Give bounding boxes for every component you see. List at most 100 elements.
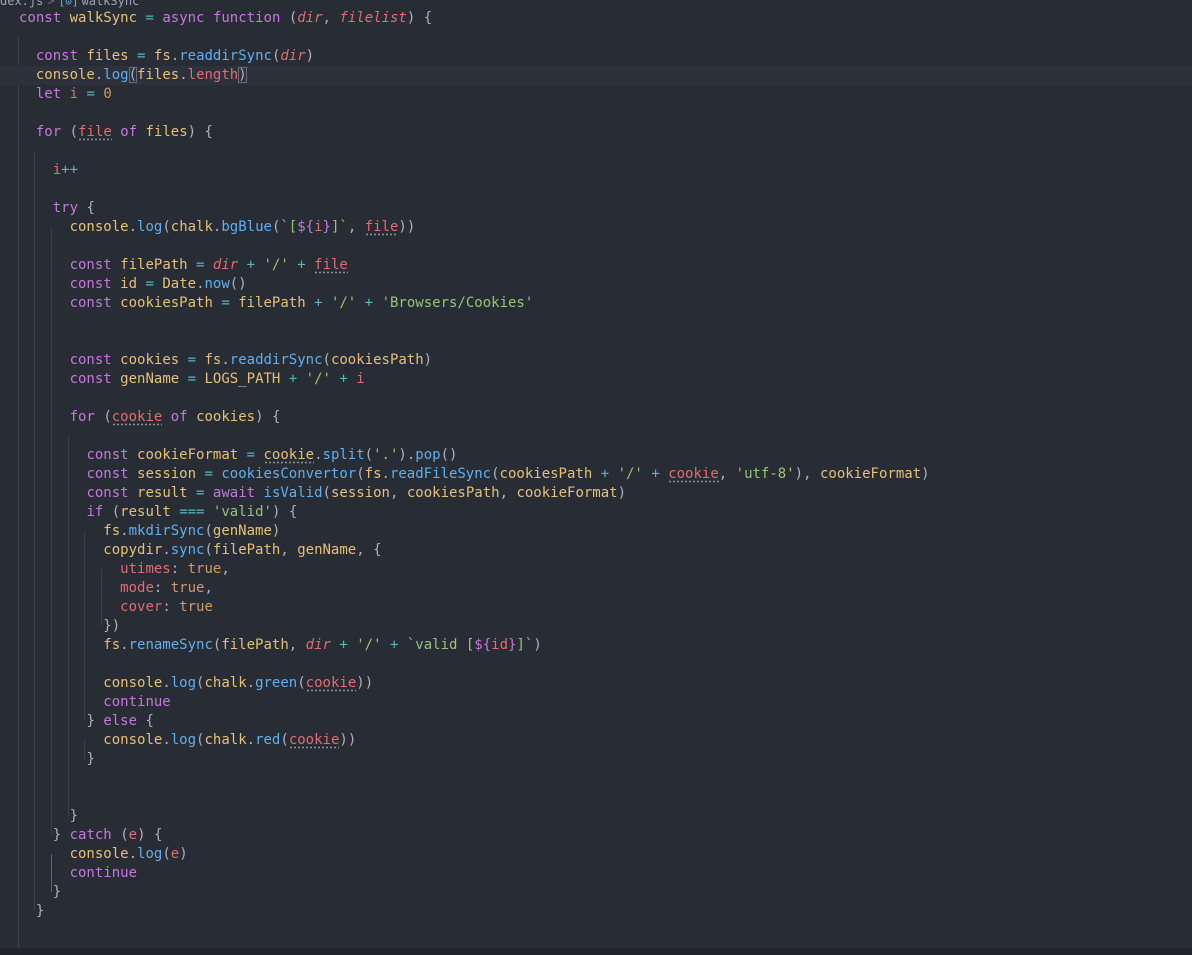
code-line[interactable]: [0, 104, 1192, 123]
code-token: .: [221, 352, 230, 368]
code-line[interactable]: let i = 0: [0, 85, 1192, 104]
code-token: {: [423, 10, 433, 26]
code-line[interactable]: fs.mkdirSync(genName): [0, 522, 1192, 541]
code-line[interactable]: i++: [0, 161, 1192, 180]
code-token: ,: [499, 485, 509, 501]
code-line[interactable]: [0, 655, 1192, 674]
code-line[interactable]: [0, 142, 1192, 161]
code-line[interactable]: continue: [0, 693, 1192, 712]
code-line[interactable]: const filePath = dir + '/' + file: [0, 256, 1192, 275]
code-editor[interactable]: dex.js > [⊙] walkSync const walkSync = asyn…: [0, 0, 1192, 955]
code-token: readFileSync: [389, 466, 492, 482]
code-line[interactable]: [0, 332, 1192, 351]
code-line[interactable]: continue: [0, 864, 1192, 883]
code-line[interactable]: } else {: [0, 712, 1192, 731]
code-token: (: [103, 409, 112, 425]
code-line[interactable]: const files = fs.readdirSync(dir): [0, 47, 1192, 66]
code-line[interactable]: fs.renameSync(filePath, dir + '/' + `val…: [0, 636, 1192, 655]
code-token: ): [406, 219, 416, 235]
code-line[interactable]: const cookies = fs.readdirSync(cookiesPa…: [0, 351, 1192, 370]
code-line[interactable]: }: [0, 883, 1192, 902]
code-line[interactable]: cover: true: [0, 598, 1192, 617]
code-token: genName: [212, 523, 272, 539]
code-token: '/': [356, 637, 382, 653]
breadcrumb-file[interactable]: dex.js: [0, 0, 43, 8]
code-token: (: [322, 352, 331, 368]
code-token: console: [69, 219, 129, 235]
code-line[interactable]: mode: true,: [0, 579, 1192, 598]
code-line[interactable]: copydir.sync(filePath, genName, {: [0, 541, 1192, 560]
code-line[interactable]: const result = await isValid(session, co…: [0, 484, 1192, 503]
code-token: LOGS_PATH: [204, 371, 281, 387]
code-line[interactable]: }: [0, 807, 1192, 826]
code-line[interactable]: [0, 180, 1192, 199]
code-line[interactable]: for (cookie of cookies) {: [0, 408, 1192, 427]
code-token: copydir: [103, 542, 163, 558]
code-token: ): [271, 523, 281, 539]
code-line[interactable]: [0, 427, 1192, 446]
code-token: +: [297, 257, 306, 273]
code-token: +: [364, 295, 374, 311]
code-token: true: [179, 599, 213, 615]
code-line[interactable]: const cookiesPath = filePath + '/' + 'Br…: [0, 294, 1192, 313]
code-line[interactable]: }: [0, 750, 1192, 769]
code-token: 'Browsers/Cookies': [381, 295, 534, 311]
code-line[interactable]: [0, 237, 1192, 256]
code-line[interactable]: }): [0, 617, 1192, 636]
code-token: ,: [288, 637, 298, 653]
breadcrumb-symbol[interactable]: walkSync: [81, 0, 139, 8]
code-line[interactable]: if (result === 'valid') {: [0, 503, 1192, 522]
code-token: '/': [617, 466, 643, 482]
code-line[interactable]: for (file of files) {: [0, 123, 1192, 142]
code-line[interactable]: [0, 313, 1192, 332]
code-token: function: [212, 10, 281, 26]
code-line[interactable]: }: [0, 902, 1192, 921]
code-line[interactable]: [0, 389, 1192, 408]
code-token: +: [339, 637, 348, 653]
code-line[interactable]: [0, 769, 1192, 788]
code-line[interactable]: [0, 788, 1192, 807]
code-line[interactable]: console.log(chalk.red(cookie)): [0, 731, 1192, 750]
code-token: ++: [61, 162, 79, 178]
code-token: ===: [179, 504, 205, 520]
code-line[interactable]: try {: [0, 199, 1192, 218]
code-line[interactable]: console.log(chalk.bgBlue(`[${i}]`, file)…: [0, 218, 1192, 237]
code-line[interactable]: const walkSync = async function (dir, fi…: [0, 9, 1192, 28]
code-line[interactable]: console.log(e): [0, 845, 1192, 864]
code-token: ): [238, 276, 247, 292]
code-token: ${: [474, 637, 492, 653]
code-token: :: [162, 599, 171, 615]
code-line[interactable]: utimes: true,: [0, 560, 1192, 579]
code-line[interactable]: [0, 28, 1192, 47]
code-line[interactable]: const genName = LOGS_PATH + '/' + i: [0, 370, 1192, 389]
code-line[interactable]: const session = cookiesConvertor(fs.read…: [0, 465, 1192, 484]
code-line[interactable]: const id = Date.now(): [0, 275, 1192, 294]
code-line[interactable]: const cookieFormat = cookie.split('.').p…: [0, 446, 1192, 465]
code-token: ): [356, 675, 365, 691]
code-token: const: [35, 48, 79, 64]
code-token: =: [204, 466, 213, 482]
code-line[interactable]: } catch (e) {: [0, 826, 1192, 845]
code-token: '/': [263, 257, 289, 273]
code-token: cookiesPath: [330, 352, 424, 368]
code-line[interactable]: console.log(files.length): [0, 66, 1192, 85]
code-line[interactable]: console.log(chalk.green(cookie)): [0, 674, 1192, 693]
